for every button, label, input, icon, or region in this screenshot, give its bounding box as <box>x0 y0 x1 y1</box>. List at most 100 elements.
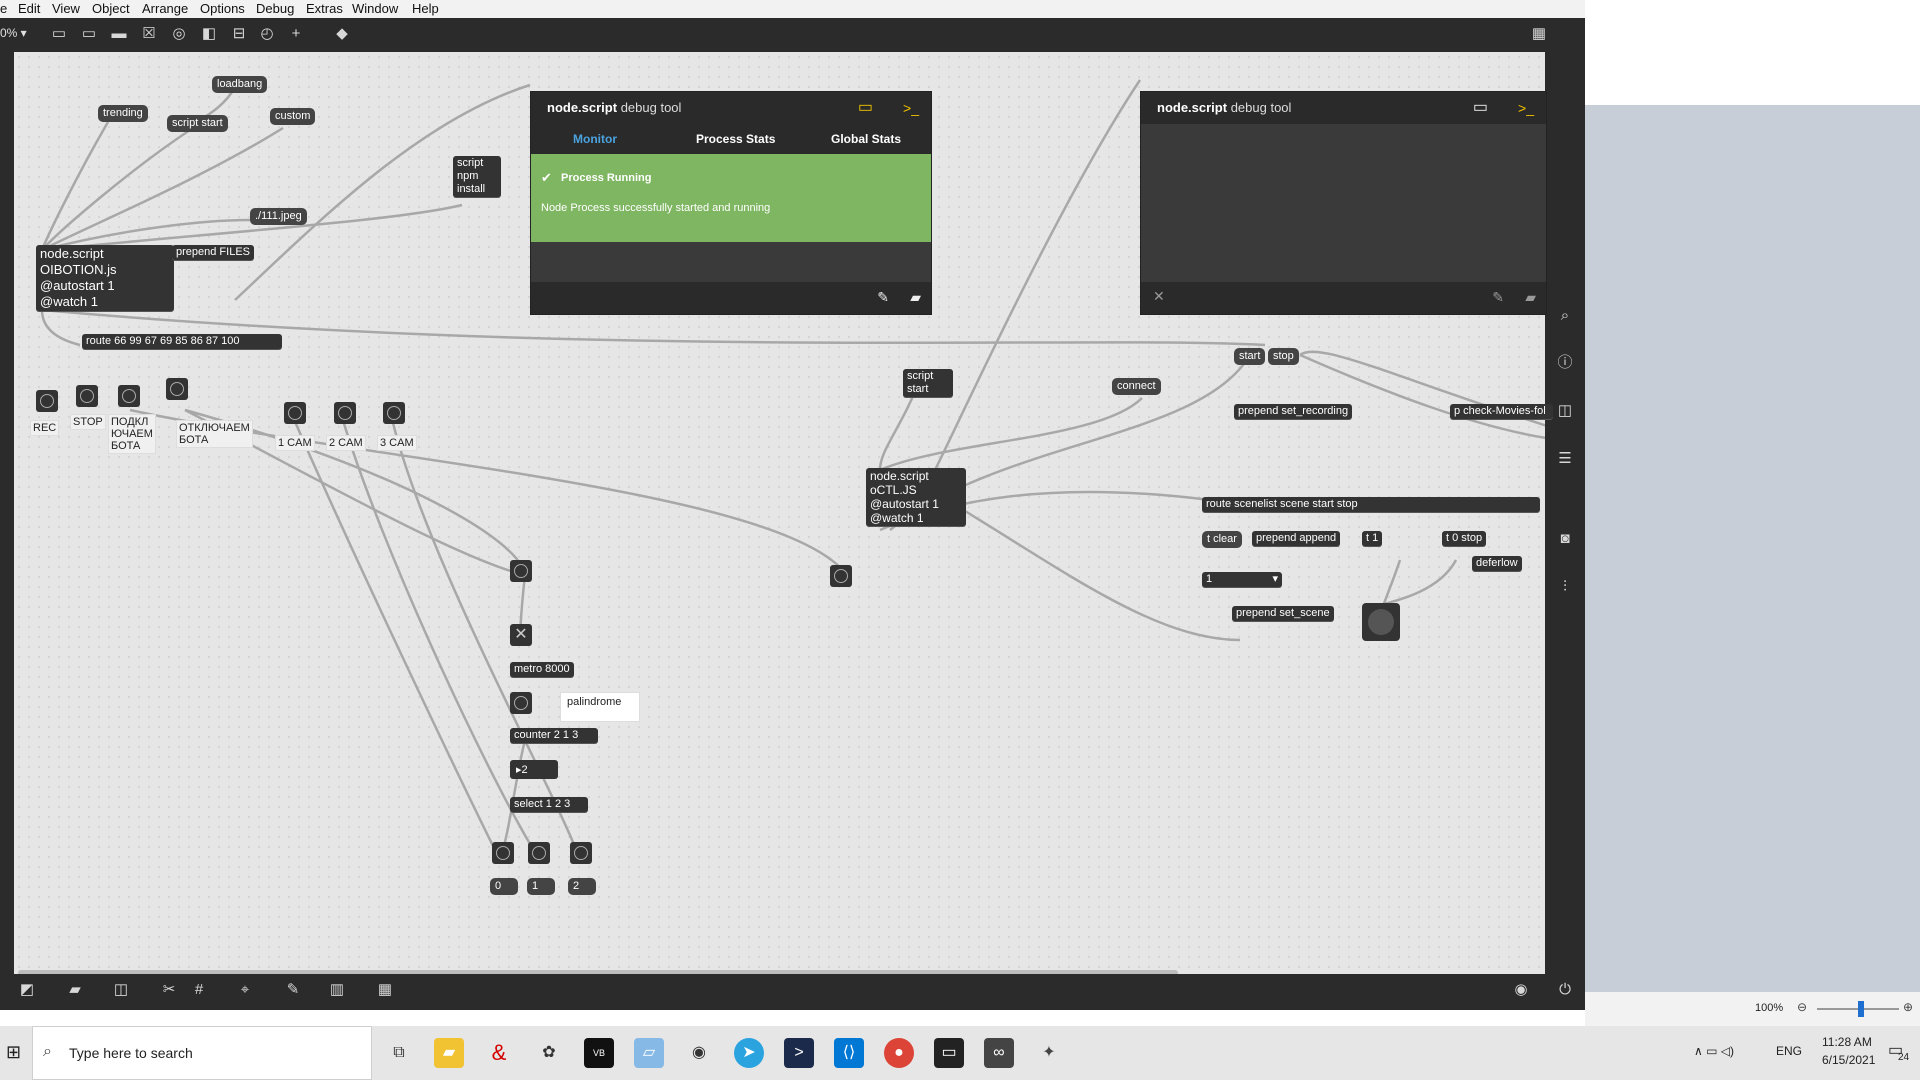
cam1-button[interactable] <box>284 402 306 424</box>
zoom-level: 100% <box>1755 1002 1784 1014</box>
terminal-icon[interactable]: >_ <box>1518 92 1534 124</box>
clock-date[interactable]: 6/15/2021 <box>1822 1053 1875 1067</box>
taskbar-search[interactable]: ⌕ Type here to search <box>32 1026 372 1080</box>
search-icon[interactable]: ⌕ <box>1556 307 1574 325</box>
app-icon[interactable]: ✦ <box>1034 1038 1064 1068</box>
debug-tool-header: node.script debug tool ▭ >_ <box>531 92 931 124</box>
zoom-in-icon[interactable]: ⊕ <box>1903 1000 1913 1014</box>
t1-object[interactable]: t 1 <box>1362 531 1383 546</box>
chrome-icon[interactable]: ● <box>884 1038 914 1068</box>
route-scenelist[interactable]: route scenelist scene start stop <box>1202 497 1540 512</box>
grid-icon[interactable]: # <box>190 981 208 999</box>
transport-icon[interactable]: ◉ <box>1512 981 1530 999</box>
obs-icon[interactable]: ◉ <box>684 1038 714 1068</box>
notes-icon[interactable]: ▱ <box>634 1038 664 1068</box>
route-object[interactable]: route 66 99 67 69 85 86 87 100 <box>82 334 282 349</box>
t-clear-object[interactable]: t clear <box>1202 531 1242 548</box>
counter-object[interactable]: counter 2 1 3 <box>510 728 598 743</box>
prepend-append-object[interactable]: prepend append <box>1252 531 1341 546</box>
loadbang-object[interactable]: loadbang <box>212 76 268 93</box>
connect-bot-button[interactable] <box>118 385 140 407</box>
power-icon[interactable]: ⏻ <box>1556 981 1574 999</box>
ampersand-app-icon[interactable]: & <box>484 1038 514 1068</box>
node-script-octl[interactable]: node.script oCTL.JS @autostart 1 @watch … <box>866 468 966 526</box>
clock-time[interactable]: 11:28 AM <box>1822 1035 1872 1049</box>
jpeg-message[interactable]: ./111.jpeg <box>250 208 307 225</box>
large-bang-button[interactable] <box>1362 603 1400 641</box>
cam3-button[interactable] <box>383 402 405 424</box>
metro-bang[interactable] <box>510 692 532 714</box>
select-bang-2[interactable] <box>528 842 550 864</box>
terminal-icon[interactable]: >_ <box>903 92 919 124</box>
monitor-icon[interactable]: ▭ <box>858 92 873 124</box>
rec-button[interactable] <box>36 390 58 412</box>
tab-process-stats[interactable]: Process Stats <box>696 132 775 146</box>
script-npm-install-message[interactable]: script npm install <box>453 156 501 197</box>
columns-icon[interactable]: ◫ <box>1556 402 1574 420</box>
metro-object[interactable]: metro 8000 <box>510 662 574 677</box>
metro-toggle[interactable]: ✕ <box>510 624 532 646</box>
custom-message[interactable]: custom <box>270 108 316 125</box>
max-app-icon[interactable]: ∞ <box>984 1038 1014 1068</box>
cam2-button[interactable] <box>334 402 356 424</box>
chat-icon[interactable]: ▰ <box>66 981 84 999</box>
disconnect-bot-button[interactable] <box>166 378 188 400</box>
monitor-icon[interactable]: ▭ <box>1473 92 1488 124</box>
edit-icon[interactable]: ✎ <box>877 289 889 306</box>
umenu-dropdown[interactable]: 1 ▾ <box>1202 572 1282 587</box>
message-2[interactable]: 2 <box>568 878 596 895</box>
start-icon[interactable]: ⊞ <box>6 1042 21 1063</box>
message-0[interactable]: 0 <box>490 878 518 895</box>
terminal-icon[interactable]: ▭ <box>934 1038 964 1068</box>
connect-message[interactable]: connect <box>1112 378 1161 395</box>
powershell-icon[interactable]: > <box>784 1038 814 1068</box>
message-1[interactable]: 1 <box>527 878 555 895</box>
script-start-message-2[interactable]: script start <box>903 369 953 397</box>
select-bang-1[interactable] <box>492 842 514 864</box>
windows-icon[interactable]: ◫ <box>112 981 130 999</box>
tray-icons[interactable]: ∧ ▭ ◁) <box>1694 1044 1734 1058</box>
deferlow-object[interactable]: deferlow <box>1472 556 1522 571</box>
camera-icon[interactable]: ◙ <box>1556 530 1574 548</box>
piano-icon[interactable]: ▥ <box>328 981 346 999</box>
stop-button[interactable] <box>76 385 98 407</box>
start-message[interactable]: start <box>1234 348 1266 365</box>
lock-icon[interactable]: ◩ <box>18 981 36 999</box>
folder-icon[interactable]: ▰ <box>910 289 921 306</box>
trending-message[interactable]: trending <box>98 105 148 122</box>
stop-message[interactable]: stop <box>1268 348 1299 365</box>
telegram-icon[interactable]: ➤ <box>734 1038 764 1068</box>
zoom-slider-thumb[interactable] <box>1858 1001 1864 1017</box>
number-box[interactable]: ▸2 <box>510 760 558 779</box>
prepend-files-object[interactable]: prepend FILES <box>172 245 254 260</box>
node-script-oibotion[interactable]: node.script OIBOTION.js @autostart 1 @wa… <box>36 245 174 311</box>
zoom-out-icon[interactable]: ⊖ <box>1797 1000 1807 1014</box>
tab-monitor[interactable]: Monitor <box>573 132 617 146</box>
p-check-movies-folder[interactable]: p check-Movies-fol <box>1450 404 1553 419</box>
list-icon[interactable]: ☰ <box>1556 450 1574 468</box>
mixer-icon[interactable]: ⫶ <box>1556 578 1574 596</box>
tab-global-stats[interactable]: Global Stats <box>831 132 901 146</box>
language-indicator[interactable]: ENG <box>1776 1044 1802 1058</box>
resolve-icon[interactable]: ✿ <box>534 1038 564 1068</box>
snap-icon[interactable]: ⌖ <box>236 981 254 999</box>
prepend-set-scene[interactable]: prepend set_scene <box>1232 606 1334 621</box>
select-object[interactable]: select 1 2 3 <box>510 797 588 812</box>
grid-view-icon[interactable]: ▦ <box>376 981 394 999</box>
select-bang-3[interactable] <box>570 842 592 864</box>
edit-icon[interactable]: ✎ <box>1492 289 1504 306</box>
close-icon[interactable]: ✕ <box>1153 288 1165 305</box>
prepend-set-recording[interactable]: prepend set_recording <box>1234 404 1353 419</box>
debug-icon[interactable]: ✂ <box>160 981 178 999</box>
vb-audio-icon[interactable]: VB <box>584 1038 614 1068</box>
task-view-icon[interactable]: ⧉ <box>384 1038 414 1068</box>
vscode-icon[interactable]: ⟨⟩ <box>834 1038 864 1068</box>
bang-button[interactable] <box>510 560 532 582</box>
wrench-icon[interactable]: ✎ <box>284 981 302 999</box>
info-icon[interactable]: ⓘ <box>1556 354 1574 372</box>
file-explorer-icon[interactable]: ▰ <box>434 1038 464 1068</box>
script-start-message[interactable]: script start <box>167 115 228 132</box>
bang-button-2[interactable] <box>830 565 852 587</box>
folder-icon[interactable]: ▰ <box>1525 289 1536 306</box>
t0-stop-object[interactable]: t 0 stop <box>1442 531 1487 546</box>
